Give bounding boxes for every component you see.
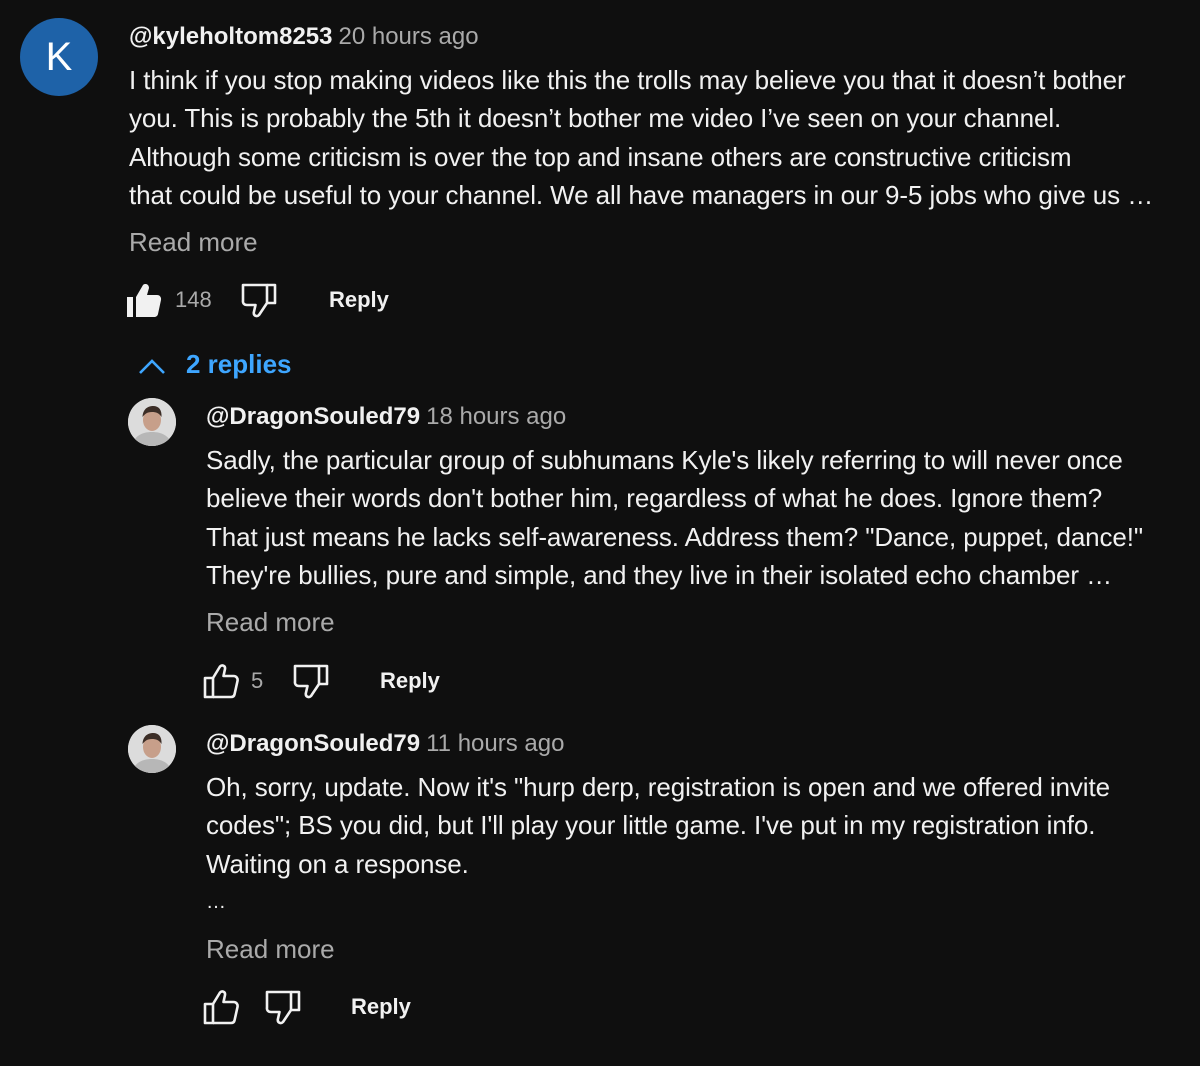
comment-text-line: … bbox=[206, 891, 226, 914]
author-name[interactable]: @kyleholtom8253 bbox=[129, 23, 332, 50]
thumbs-up-icon bbox=[203, 990, 239, 1025]
comment-text-line: Although some criticism is over the top … bbox=[129, 141, 1072, 172]
comment-timestamp[interactable]: 20 hours ago bbox=[338, 23, 478, 50]
reply-button[interactable]: Reply bbox=[380, 667, 440, 695]
comment-text: Sadly, the particular group of subhumans… bbox=[206, 441, 1143, 595]
author-name[interactable]: @DragonSouled79 bbox=[206, 403, 420, 430]
comment-text-line: you. This is probably the 5th it doesn’t… bbox=[129, 103, 1062, 134]
comment-timestamp[interactable]: 11 hours ago bbox=[426, 730, 564, 757]
like-button[interactable] bbox=[203, 663, 239, 704]
read-more-link[interactable]: Read more bbox=[129, 226, 258, 258]
comment-text-line: codes"; BS you did, but I'll play your l… bbox=[206, 810, 1096, 841]
read-more-link[interactable]: Read more bbox=[206, 606, 335, 638]
chevron-up-icon bbox=[139, 359, 165, 374]
comment-header: @DragonSouled79 18 hours ago bbox=[206, 402, 566, 432]
like-button[interactable] bbox=[126, 282, 162, 323]
thumbs-down-icon bbox=[293, 664, 329, 699]
comment-header: @DragonSouled79 11 hours ago bbox=[206, 729, 564, 759]
comment-text-line: believe their words don't bother him, re… bbox=[206, 483, 1103, 514]
author-name[interactable]: @DragonSouled79 bbox=[206, 730, 420, 757]
like-button[interactable] bbox=[203, 989, 239, 1030]
comment-text: Oh, sorry, update. Now it's "hurp derp, … bbox=[206, 768, 1110, 922]
read-more-link[interactable]: Read more bbox=[206, 933, 335, 965]
thumbs-down-icon bbox=[241, 283, 277, 318]
comment-text-line: They're bullies, pure and simple, and th… bbox=[206, 560, 1112, 591]
comment-text-line: Oh, sorry, update. Now it's "hurp derp, … bbox=[206, 772, 1110, 802]
comment-text-line: that could be useful to your channel. We… bbox=[129, 180, 1154, 211]
like-count: 5 bbox=[251, 668, 264, 693]
reply-button[interactable]: Reply bbox=[329, 286, 389, 314]
replies-toggle[interactable]: 2 replies bbox=[132, 346, 302, 384]
comment-text-line: Waiting on a response. bbox=[206, 848, 469, 879]
avatar[interactable] bbox=[128, 725, 176, 773]
comment-text-line: I think if you stop making videos like t… bbox=[129, 65, 1126, 95]
avatar[interactable] bbox=[128, 398, 176, 446]
thumbs-up-filled-icon bbox=[127, 284, 162, 317]
avatar[interactable]: K bbox=[20, 18, 98, 96]
comment-header: @kyleholtom8253 20 hours ago bbox=[129, 22, 479, 52]
thumbs-down-icon bbox=[265, 990, 301, 1025]
comment-text-line: Sadly, the particular group of subhumans… bbox=[206, 445, 1123, 475]
thumbs-up-icon bbox=[203, 664, 239, 699]
profile-photo-icon bbox=[128, 725, 176, 773]
replies-count-label: 2 replies bbox=[186, 349, 292, 379]
like-count: 148 bbox=[175, 287, 212, 312]
profile-photo-icon bbox=[128, 398, 176, 446]
comment-text: I think if you stop making videos like t… bbox=[129, 61, 1153, 215]
dislike-button[interactable] bbox=[293, 663, 329, 704]
reply-button[interactable]: Reply bbox=[351, 993, 411, 1021]
dislike-button[interactable] bbox=[241, 282, 277, 323]
comment-timestamp[interactable]: 18 hours ago bbox=[426, 403, 566, 430]
dislike-button[interactable] bbox=[265, 989, 301, 1030]
comment-text-line: That just means he lacks self-awareness.… bbox=[206, 521, 1144, 552]
